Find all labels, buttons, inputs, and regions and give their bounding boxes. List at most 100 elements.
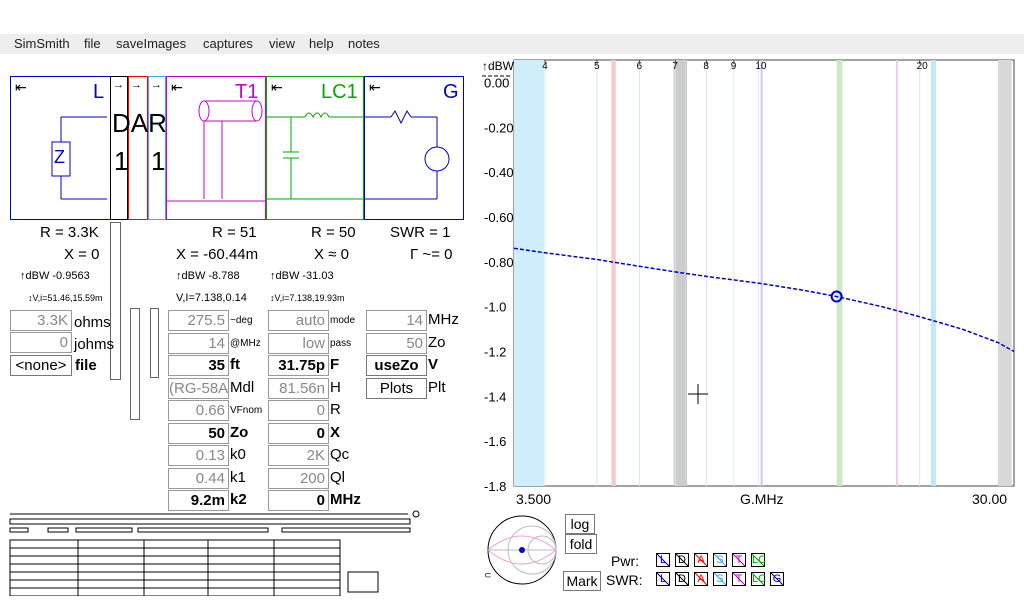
- block-lc1[interactable]: ⇤ LC1: [266, 76, 365, 220]
- gen-param-unit-1: Zo: [428, 333, 446, 351]
- menu-simsmith[interactable]: SimSmith: [14, 36, 70, 51]
- top-tick-6: 10: [755, 61, 767, 72]
- dar-slider-3[interactable]: [150, 308, 159, 378]
- dar-slider-2[interactable]: [130, 308, 140, 420]
- block-load[interactable]: ⇤ L Z: [10, 76, 111, 220]
- lc-param-field-2[interactable]: 31.75p: [268, 355, 329, 376]
- lc-param-field-7[interactable]: 200: [268, 467, 329, 489]
- pwr-toggle-l[interactable]: L: [656, 553, 670, 567]
- swr-toggle-l[interactable]: L: [656, 572, 670, 586]
- log-button[interactable]: log: [565, 514, 595, 534]
- lc-dbw-readout: ↑dBW -31.03: [270, 270, 334, 282]
- pwr-toggle-lc[interactable]: LC: [751, 553, 766, 567]
- transmission-line-icon: [167, 100, 267, 202]
- pwr-toggle-t[interactable]: T: [732, 553, 746, 567]
- lc-param-unit-4: R: [330, 401, 341, 418]
- plot-area: [513, 59, 1015, 487]
- x-min-label: 3.500: [516, 491, 551, 507]
- lc-param-field-8[interactable]: 0: [268, 490, 329, 511]
- load-reactance-unit: johms: [74, 336, 115, 353]
- t1-param-unit-4: VFnom: [230, 405, 263, 416]
- swr-toggle-t[interactable]: T: [732, 572, 746, 586]
- block-t1[interactable]: ⇤ T1: [166, 76, 267, 220]
- swr-readout: SWR = 1: [390, 224, 451, 241]
- x-axis-label: G.MHz: [740, 491, 784, 507]
- load-reactance-field[interactable]: 0: [10, 332, 72, 353]
- y-tick-2: -0.40: [484, 165, 514, 180]
- y-tick-6: -1.2: [484, 344, 506, 359]
- dar-slider-1[interactable]: [110, 222, 121, 380]
- generator-source-icon: [365, 110, 450, 200]
- y-tick-4: -0.80: [484, 255, 514, 270]
- pwr-toggle-s[interactable]: S: [713, 553, 727, 567]
- menu-notes[interactable]: notes: [348, 36, 380, 51]
- swr-toggle-s[interactable]: S: [713, 572, 727, 586]
- load-resistance-field[interactable]: 3.3K: [10, 310, 72, 331]
- arrow-right-icon: →: [151, 79, 162, 91]
- swr-toggle-lc[interactable]: LC: [751, 572, 766, 586]
- t1-param-unit-5: Zo: [230, 423, 249, 441]
- menu-captures[interactable]: captures: [203, 36, 253, 51]
- load-r-readout: R = 3.3K: [40, 224, 99, 241]
- t1-param-field-8[interactable]: 9.2m: [168, 490, 229, 511]
- smith-chart-thumbnail[interactable]: ⊂: [482, 512, 562, 592]
- t1-param-field-3[interactable]: (RG-58A/U): [168, 377, 229, 399]
- gen-param-1[interactable]: 50: [366, 332, 427, 354]
- dar-value-2: 1: [151, 146, 166, 176]
- pwr-toggle-a[interactable]: A: [694, 553, 708, 567]
- gamma-readout: Γ ~= 0: [410, 246, 453, 263]
- t1-param-field-1[interactable]: 14: [168, 332, 229, 354]
- mark-button[interactable]: Mark: [563, 571, 601, 591]
- block-dar-2[interactable]: →: [128, 76, 148, 220]
- lc-param-field-6[interactable]: 2K: [268, 445, 329, 466]
- load-file-button[interactable]: <none>: [10, 355, 72, 376]
- line-vi-readout: V,I=7.138,0.14: [176, 292, 247, 304]
- band-5: [836, 60, 843, 486]
- lc-param-field-5[interactable]: 0: [268, 422, 329, 444]
- lc-param-unit-6: Qc: [330, 446, 350, 463]
- swr-toggle-g[interactable]: G: [770, 572, 784, 586]
- t1-param-field-7[interactable]: 0.44: [168, 467, 229, 489]
- y-tick-5: -1.0: [484, 300, 506, 315]
- t1-param-unit-6: k0: [230, 446, 246, 463]
- t1-param-unit-1: @MHz: [230, 337, 261, 349]
- lc-param-unit-3: H: [330, 378, 341, 396]
- menu-file[interactable]: file: [84, 36, 101, 51]
- band-6: [895, 60, 898, 486]
- t1-param-field-0[interactable]: 275.5: [168, 310, 229, 331]
- gen-param-unit-3: Plt: [428, 378, 446, 396]
- t1-param-field-6[interactable]: 0.13: [168, 445, 229, 466]
- lc-param-unit-1: pass: [330, 337, 352, 349]
- x-max-label: 30.00: [972, 491, 1007, 507]
- swr-toggle-d[interactable]: D: [675, 572, 689, 586]
- block-generator[interactable]: ⇤ G: [364, 76, 464, 220]
- lc-param-unit-7: Ql: [330, 468, 345, 486]
- gen-param-2[interactable]: useZo: [366, 355, 427, 376]
- lc-param-unit-8: MHz: [330, 491, 361, 508]
- menu-saveimages[interactable]: saveImages: [116, 36, 186, 51]
- menu-view[interactable]: view: [269, 36, 295, 51]
- lc-param-field-1[interactable]: low: [268, 332, 329, 354]
- gen-param-3[interactable]: Plots: [366, 377, 427, 399]
- load-dbw-readout: ↑dBW -0.9563: [20, 270, 90, 282]
- t1-param-field-2[interactable]: 35: [168, 355, 229, 376]
- y-tick-9: -1.8: [484, 479, 506, 494]
- menu-help[interactable]: help: [309, 36, 334, 51]
- line-dbw-readout: ↑dBW -8.788: [176, 270, 240, 282]
- y-tick-1: -0.20: [484, 120, 514, 135]
- pwr-toggle-d[interactable]: D: [675, 553, 689, 567]
- band-1: [611, 60, 616, 486]
- fold-button[interactable]: fold: [565, 534, 597, 554]
- t1-param-field-5[interactable]: 50: [168, 422, 229, 444]
- gen-param-0[interactable]: 14: [366, 310, 427, 331]
- lc-param-field-3[interactable]: 81.56n: [268, 377, 329, 399]
- lc-vi-readout: ↕V,i=7.138,19.93m: [270, 293, 345, 303]
- lc-network-icon: [267, 112, 365, 200]
- lc-x-readout: X ≈ 0: [314, 246, 349, 263]
- t1-param-field-4[interactable]: 0.66: [168, 400, 229, 421]
- load-file-unit: file: [75, 357, 97, 374]
- dar-value-1: 1: [114, 146, 129, 176]
- lc-param-field-0[interactable]: auto: [268, 310, 329, 331]
- swr-toggle-a[interactable]: A: [694, 572, 708, 586]
- lc-param-field-4[interactable]: 0: [268, 400, 329, 421]
